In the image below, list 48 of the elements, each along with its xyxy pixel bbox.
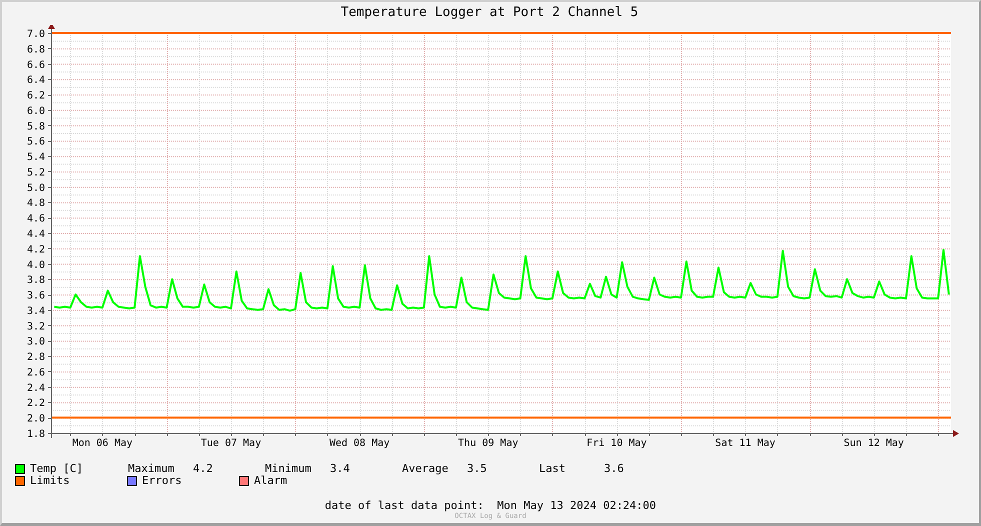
axis-label: 6.2 [26,90,45,102]
axis-label: 3.2 [26,321,45,332]
stat-label: Average [402,463,450,475]
axis-label: 5.4 [26,152,45,164]
axis-label: 5.6 [26,136,45,148]
axis-label: 6.0 [26,106,45,117]
axis-label: 4.6 [26,214,45,225]
axis-label: 1.8 [26,429,45,440]
legend-label: Alarm [254,475,288,487]
axis-label: 7.0 [26,29,45,40]
axis-label: 6.8 [26,44,45,56]
axis-label: 4.2 [26,244,45,256]
axis-label: Wed 08 May [329,438,390,449]
stat-label: Last [539,463,566,475]
axis-label: 6.6 [26,60,45,71]
axis-label: 3.4 [26,306,45,317]
axis-label: 5.8 [26,121,45,132]
stat-value: 3.5 [467,463,487,475]
axis-label: 3.0 [26,336,45,348]
legend-label: Errors [142,475,182,487]
axis-label: 3.6 [26,290,45,302]
axis-label: 2.6 [26,367,45,378]
axis-label: 2.8 [26,352,45,364]
stat-label: Maximum [128,463,176,475]
last-data-date: date of last data point: Mon May 13 2024 02:24:00 [324,499,656,512]
axis-label: 4.4 [26,229,45,240]
axis-label: 5.0 [26,182,45,194]
axis-label: 4.8 [26,198,45,210]
stat-label: Minimum [265,463,312,475]
axis-label: 3.8 [26,275,45,286]
axis-label: 2.0 [26,414,45,425]
axis-label: Fri 10 May [586,438,647,449]
legend-label: Limits [30,475,70,487]
chart-title: Temperature Logger at Port 2 Channel 5 [340,4,640,22]
stat-value: 4.2 [193,463,213,475]
stat-value: 3.4 [330,463,350,475]
axis-label: 2.2 [26,398,45,410]
stat-value: 3.6 [604,463,624,475]
axis-label: 2.4 [26,382,45,394]
axis-label: Tue 07 May [200,438,262,449]
legend-label: Temp [C] [30,463,83,475]
axis-label: Sun 12 May [844,438,904,449]
axis-label: Mon 06 May [72,438,133,449]
axis-label: 4.0 [26,260,45,271]
axis-label: 5.2 [26,167,45,178]
axis-label: Sat 11 May [715,438,776,449]
axis-label: Thu 09 May [458,438,518,449]
axis-label: 6.4 [26,75,45,86]
